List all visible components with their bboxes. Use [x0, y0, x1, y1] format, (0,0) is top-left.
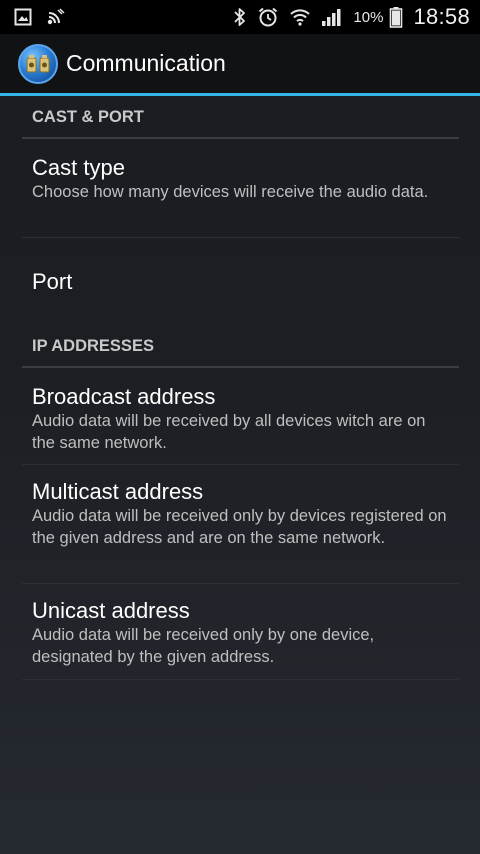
pref-title: Multicast address [32, 479, 204, 504]
pref-summary: Audio data will be received only by one … [32, 626, 375, 666]
category-header-ip-addresses: IP ADDRESSES [22, 326, 459, 368]
pref-item-broadcast-address[interactable]: Broadcast address Audio data will be rec… [22, 368, 459, 465]
pref-title: Port [32, 269, 73, 294]
pref-item-cast-type[interactable]: Cast type Choose how many devices will r… [22, 139, 459, 238]
status-left-icons [14, 8, 66, 26]
pref-title: Cast type [32, 155, 125, 180]
pref-item-multicast-address[interactable]: Multicast address Audio data will be rec… [22, 465, 459, 584]
pref-summary: Audio data will be received only by devi… [32, 507, 447, 547]
battery-percent: 10% [353, 8, 384, 26]
wifi-icon [289, 6, 311, 28]
pref-summary: Audio data will be received by all devic… [32, 412, 426, 452]
signal-icon [321, 7, 343, 27]
preferences-list: CAST & PORT Cast type Choose how many de… [22, 97, 459, 680]
pref-title: Broadcast address [32, 384, 216, 409]
pref-title: Unicast address [32, 598, 190, 623]
status-right-icons: 10% 18:58 [233, 4, 470, 30]
category-header-cast-port: CAST & PORT [22, 97, 459, 139]
page-title: Communication [66, 50, 226, 76]
status-clock: 18:58 [413, 4, 470, 29]
pref-summary: Choose how many devices will receive the… [32, 183, 429, 201]
cast-notification-icon [46, 8, 66, 26]
battery-icon [389, 6, 403, 28]
bluetooth-icon [233, 7, 247, 27]
pref-item-unicast-address[interactable]: Unicast address Audio data will be recei… [22, 584, 459, 680]
image-notification-icon [14, 8, 32, 26]
status-bar: 10% 18:58 [0, 0, 480, 34]
action-bar: Communication [0, 34, 480, 96]
app-logo-icon[interactable] [18, 43, 58, 84]
pref-item-port[interactable]: Port [22, 238, 459, 326]
alarm-icon [257, 6, 279, 28]
